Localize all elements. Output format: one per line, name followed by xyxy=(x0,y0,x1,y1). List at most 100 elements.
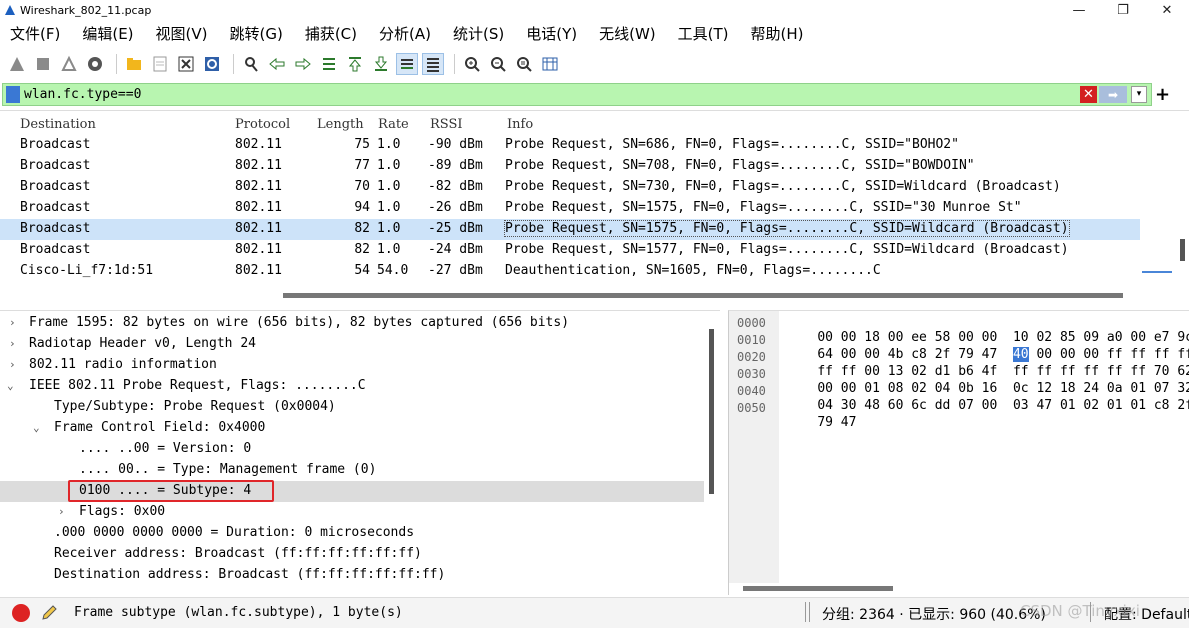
first-packet-icon[interactable] xyxy=(344,53,366,75)
menu-view[interactable]: 视图(V) xyxy=(156,23,208,44)
tree-item-radiotap[interactable]: › Radiotap Header v0, Length 24 xyxy=(0,334,704,355)
packet-list-vertical-scrollbar[interactable] xyxy=(1176,111,1189,291)
menu-help[interactable]: 帮助(H) xyxy=(751,23,804,44)
column-length[interactable]: Length xyxy=(317,117,377,132)
hex-offset: 0020 xyxy=(737,350,766,364)
options-gear-icon[interactable] xyxy=(84,53,106,75)
packet-protocol: 802.11 xyxy=(235,263,282,278)
open-folder-icon[interactable] xyxy=(123,53,145,75)
close-file-icon[interactable] xyxy=(175,53,197,75)
go-to-packet-icon[interactable] xyxy=(318,53,340,75)
expand-arrow-icon[interactable]: › xyxy=(58,505,65,518)
menu-analyze[interactable]: 分析(A) xyxy=(379,23,431,44)
reload-icon[interactable] xyxy=(201,53,223,75)
clear-filter-icon[interactable]: ✕ xyxy=(1080,86,1097,103)
scrollbar-thumb[interactable] xyxy=(283,293,1123,298)
filter-bookmark-icon[interactable] xyxy=(6,86,20,103)
details-vertical-scrollbar[interactable] xyxy=(706,329,716,494)
hex-bytes-line[interactable]: 79 47 xyxy=(786,400,856,445)
tree-item-label: Radiotap Header v0, Length 24 xyxy=(29,336,256,351)
packet-info: Probe Request, SN=708, FN=0, Flags=.....… xyxy=(505,158,975,173)
minimize-button[interactable]: — xyxy=(1057,0,1101,20)
hex-bytes: 04 30 48 60 6c dd 07 00 03 47 01 02 01 0… xyxy=(817,398,1189,413)
close-button[interactable]: ✕ xyxy=(1145,0,1189,20)
expert-info-icon[interactable] xyxy=(12,604,30,622)
packet-destination: Broadcast xyxy=(20,242,91,257)
column-destination[interactable]: Destination xyxy=(20,117,96,132)
packet-length: 82 xyxy=(354,221,370,236)
tree-item-type[interactable]: .... 00.. = Type: Management frame (0) xyxy=(0,460,704,481)
autoscroll-icon[interactable] xyxy=(396,53,418,75)
expand-arrow-icon[interactable]: › xyxy=(9,337,16,350)
expand-arrow-icon[interactable]: › xyxy=(9,358,16,371)
go-back-icon[interactable] xyxy=(266,53,288,75)
menu-capture[interactable]: 捕获(C) xyxy=(305,23,357,44)
menu-go[interactable]: 跳转(G) xyxy=(230,23,283,44)
expand-arrow-icon[interactable]: › xyxy=(9,316,16,329)
collapse-arrow-icon[interactable]: ⌄ xyxy=(7,379,14,392)
scrollbar-thumb[interactable] xyxy=(1180,239,1185,261)
display-filter-input[interactable]: wlan.fc.type==0 xyxy=(24,87,141,102)
packet-rssi: -89 dBm xyxy=(428,158,483,173)
menu-tools[interactable]: 工具(T) xyxy=(678,23,729,44)
menu-file[interactable]: 文件(F) xyxy=(10,23,60,44)
menu-statistics[interactable]: 统计(S) xyxy=(453,23,504,44)
tree-item-duration[interactable]: .000 0000 0000 0000 = Duration: 0 micros… xyxy=(0,523,704,544)
hex-offset: 0050 xyxy=(737,401,766,415)
resize-columns-icon[interactable] xyxy=(539,53,561,75)
save-file-icon[interactable] xyxy=(149,53,171,75)
hex-offset: 0030 xyxy=(737,367,766,381)
tree-item-version[interactable]: .... ..00 = Version: 0 xyxy=(0,439,704,460)
restart-icon[interactable] xyxy=(58,53,80,75)
collapse-arrow-icon[interactable]: ⌄ xyxy=(33,421,40,434)
tree-item-ieee80211[interactable]: ⌄ IEEE 802.11 Probe Request, Flags: ....… xyxy=(0,376,704,397)
column-rate[interactable]: Rate xyxy=(378,117,409,132)
packet-row[interactable]: Broadcast 802.11 77 1.0 -89 dBm Probe Re… xyxy=(0,156,1140,177)
find-icon[interactable] xyxy=(240,53,262,75)
packet-rssi: -24 dBm xyxy=(428,242,483,257)
packet-row[interactable]: Cisco-Li_f7:1d:51 802.11 54 54.0 -27 dBm… xyxy=(0,261,1140,282)
colorize-icon[interactable] xyxy=(422,53,444,75)
packet-rssi: -82 dBm xyxy=(428,179,483,194)
shark-start-icon[interactable] xyxy=(6,53,28,75)
packet-rate: 1.0 xyxy=(377,137,401,152)
tree-item-type-subtype[interactable]: Type/Subtype: Probe Request (0x0004) xyxy=(0,397,704,418)
menu-bar: 文件(F) 编辑(E) 视图(V) 跳转(G) 捕获(C) 分析(A) 统计(S… xyxy=(0,20,1189,46)
column-info[interactable]: Info xyxy=(507,117,533,132)
tree-item-receiver-address[interactable]: Receiver address: Broadcast (ff:ff:ff:ff… xyxy=(0,544,704,565)
capture-comment-icon[interactable] xyxy=(40,604,58,622)
packet-row[interactable]: Broadcast 802.11 94 1.0 -26 dBm Probe Re… xyxy=(0,198,1140,219)
last-packet-icon[interactable] xyxy=(370,53,392,75)
packet-list-horizontal-scrollbar[interactable] xyxy=(0,290,1189,300)
display-filter-bar[interactable]: wlan.fc.type==0 ✕ ➡ ▾ xyxy=(2,83,1152,106)
packet-row-selected[interactable]: Broadcast 802.11 82 1.0 -25 dBm Probe Re… xyxy=(0,219,1140,240)
tree-item-label: .... ..00 = Version: 0 xyxy=(79,441,252,456)
column-protocol[interactable]: Protocol xyxy=(235,117,290,132)
column-rssi[interactable]: RSSI xyxy=(430,117,463,132)
packet-row[interactable]: Broadcast 802.11 75 1.0 -90 dBm Probe Re… xyxy=(0,135,1140,156)
tree-item-destination-address[interactable]: Destination address: Broadcast (ff:ff:ff… xyxy=(0,565,704,586)
hex-horizontal-scrollbar[interactable] xyxy=(743,586,893,591)
menu-telephony[interactable]: 电话(Y) xyxy=(526,23,577,44)
tree-item-radio-info[interactable]: › 802.11 radio information xyxy=(0,355,704,376)
packet-rate: 1.0 xyxy=(377,179,401,194)
scrollbar-thumb[interactable] xyxy=(709,329,714,494)
tree-item-flags[interactable]: › Flags: 0x00 xyxy=(0,502,704,523)
packet-row[interactable]: Broadcast 802.11 70 1.0 -82 dBm Probe Re… xyxy=(0,177,1140,198)
go-forward-icon[interactable] xyxy=(292,53,314,75)
hex-offset-column: 0000 0010 0020 0030 0040 0050 xyxy=(729,311,779,583)
filter-history-dropdown-icon[interactable]: ▾ xyxy=(1131,86,1147,103)
menu-wireless[interactable]: 无线(W) xyxy=(599,23,656,44)
tree-item-frame-control[interactable]: ⌄ Frame Control Field: 0x4000 xyxy=(0,418,704,439)
maximize-button[interactable]: ❐ xyxy=(1101,0,1145,20)
zoom-reset-icon[interactable] xyxy=(513,53,535,75)
packet-row[interactable]: Broadcast 802.11 82 1.0 -24 dBm Probe Re… xyxy=(0,240,1140,261)
apply-filter-arrow-icon[interactable]: ➡ xyxy=(1099,86,1127,103)
window-title: Wireshark_802_11.pcap xyxy=(20,3,152,17)
tree-item-frame[interactable]: › Frame 1595: 82 bytes on wire (656 bits… xyxy=(0,313,704,334)
menu-edit[interactable]: 编辑(E) xyxy=(82,23,133,44)
zoom-in-icon[interactable] xyxy=(461,53,483,75)
zoom-out-icon[interactable] xyxy=(487,53,509,75)
add-filter-button[interactable]: + xyxy=(1155,84,1170,105)
stop-icon[interactable] xyxy=(32,53,54,75)
